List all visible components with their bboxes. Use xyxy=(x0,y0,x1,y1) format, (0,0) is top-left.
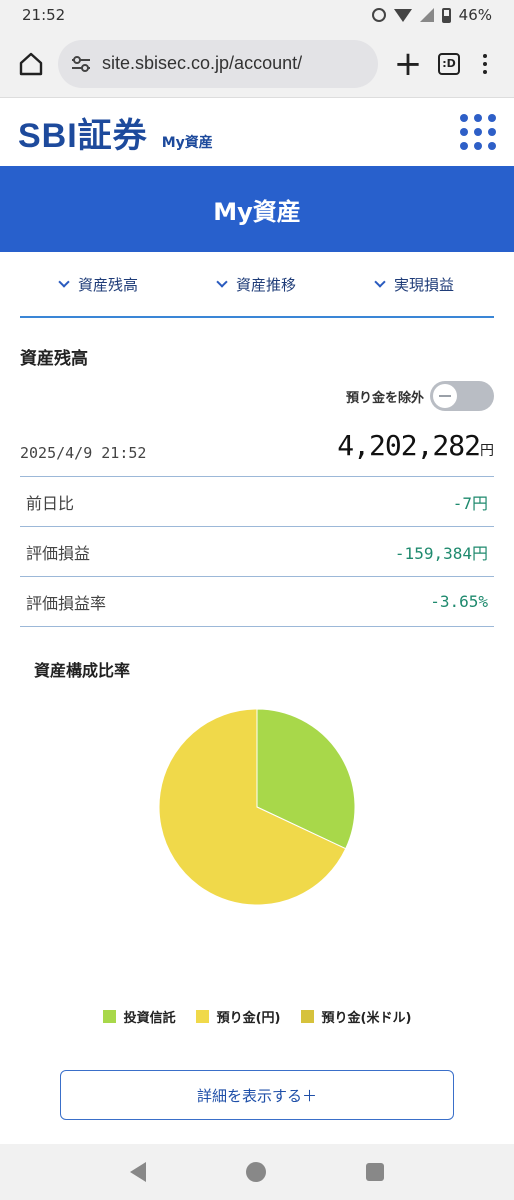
section-title: 資産残高 xyxy=(20,349,88,369)
metric-label: 評価損益率 xyxy=(26,593,107,613)
legend-item[interactable]: 預り金(円) xyxy=(195,1007,281,1026)
home-icon xyxy=(19,52,43,75)
metric-row: 評価損益 -159,384円 xyxy=(20,527,494,577)
metric-row: 前日比 -7円 xyxy=(20,477,494,527)
sbi-logo[interactable]: SBI証券 xyxy=(18,108,148,157)
total-row: 2025/4/9 21:52 4,202,282円 xyxy=(20,415,494,477)
new-tab-button[interactable]: + xyxy=(388,47,428,81)
system-nav-bar xyxy=(0,1144,514,1200)
exclude-deposit-row: 預り金を除外 xyxy=(20,381,494,411)
page-title: My資産 xyxy=(213,197,301,226)
metric-value: -3.65% xyxy=(430,592,488,611)
url-text[interactable]: site.sbisec.co.jp/account/ xyxy=(102,53,302,74)
show-details-button[interactable]: 詳細を表示する＋ xyxy=(60,1070,454,1120)
metric-row: 評価損益率 -3.65% xyxy=(20,577,494,627)
legend-item[interactable]: 投資信託 xyxy=(102,1007,176,1026)
metric-label: 評価損益 xyxy=(26,543,91,563)
grid-menu-icon[interactable] xyxy=(460,114,496,150)
as-of-datetime: 2025/4/9 21:52 xyxy=(20,444,147,462)
legend-swatch xyxy=(102,1010,116,1023)
metric-value: -159,384円 xyxy=(394,543,488,563)
address-bar[interactable]: site.sbisec.co.jp/account/ xyxy=(58,39,378,88)
metric-label: 前日比 xyxy=(26,493,75,513)
brand-subtitle: My資産 xyxy=(161,134,213,151)
legend-item[interactable]: 預り金(米ドル) xyxy=(300,1007,412,1026)
composition-title: 資産構成比率 xyxy=(34,661,131,680)
legend-swatch xyxy=(300,1010,314,1023)
currency-unit: 円 xyxy=(480,443,494,459)
alarm-icon xyxy=(371,8,386,22)
tab-asset-history[interactable]: 資産推移 xyxy=(216,274,296,295)
toggle-label: 預り金を除外 xyxy=(345,390,424,406)
exclude-deposit-toggle[interactable] xyxy=(430,381,494,411)
toggle-knob xyxy=(433,384,457,408)
status-bar: 21:52 46% xyxy=(0,0,514,30)
balance-section: 資産残高 預り金を除外 2025/4/9 21:52 4,202,282円 前日… xyxy=(20,344,494,627)
battery-icon xyxy=(441,7,451,23)
pie-chart-wrapper xyxy=(0,707,514,907)
signal-icon xyxy=(419,8,434,22)
recents-icon[interactable] xyxy=(366,1163,384,1181)
section-tabs: 資産残高 資産推移 実現損益 xyxy=(20,252,494,318)
browser-menu-button[interactable] xyxy=(470,53,500,74)
tab-label: 資産残高 xyxy=(77,275,138,294)
tab-realized-pl[interactable]: 実現損益 xyxy=(374,274,454,295)
brand: SBI証券 My資産 xyxy=(18,108,213,157)
browser-toolbar: site.sbisec.co.jp/account/ + :D xyxy=(0,30,514,98)
chevron-down-icon xyxy=(216,276,228,288)
legend-label: 預り金(米ドル) xyxy=(321,1011,412,1026)
status-icons: 46% xyxy=(371,6,492,24)
tab-label: 実現損益 xyxy=(393,275,454,294)
tab-asset-balance[interactable]: 資産残高 xyxy=(58,274,138,295)
legend-label: 投資信託 xyxy=(123,1011,176,1026)
chevron-down-icon xyxy=(58,276,70,288)
asset-composition-pie xyxy=(158,708,356,906)
tab-label: 資産推移 xyxy=(235,275,296,294)
legend-label: 預り金(円) xyxy=(216,1011,281,1026)
site-settings-icon[interactable] xyxy=(70,55,92,73)
status-time: 21:52 xyxy=(22,6,66,24)
tab-switcher-button[interactable]: :D xyxy=(438,52,460,75)
pie-legend: 投資信託 預り金(円) 預り金(米ドル) xyxy=(0,1007,514,1026)
total-balance: 4,202,282円 xyxy=(337,429,494,462)
metric-value: -7円 xyxy=(452,493,488,513)
back-icon[interactable] xyxy=(130,1162,146,1182)
more-vert-icon xyxy=(483,53,487,58)
home-nav-icon[interactable] xyxy=(246,1162,266,1182)
chevron-down-icon xyxy=(374,276,386,288)
legend-swatch xyxy=(195,1010,209,1023)
page-title-banner: My資産 xyxy=(0,166,514,252)
total-value: 4,202,282 xyxy=(337,429,481,462)
battery-level: 46% xyxy=(458,6,492,24)
home-button[interactable] xyxy=(14,47,48,81)
wifi-icon xyxy=(393,8,412,22)
site-header: SBI証券 My資産 xyxy=(0,98,514,166)
